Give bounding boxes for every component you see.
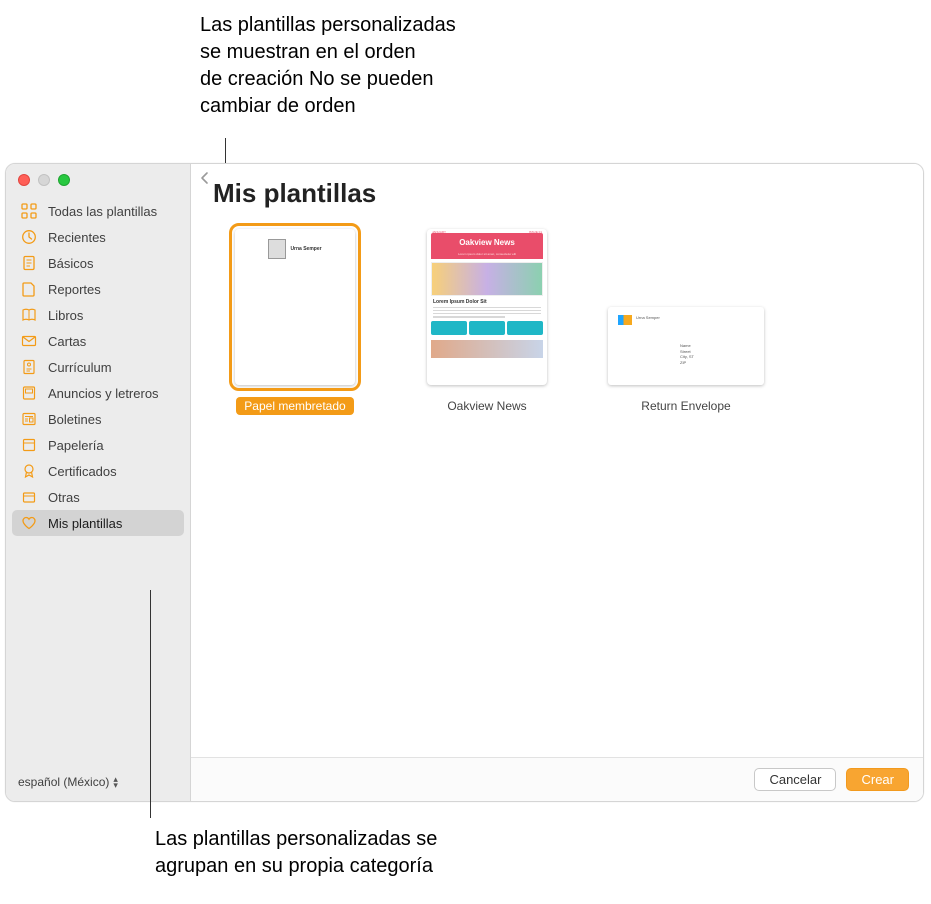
sidebar-item-flyers[interactable]: Anuncios y letreros <box>12 380 184 406</box>
template-thumbnail: JANUARYISSUE 01 Oakview News Lorem ipsum… <box>427 229 547 385</box>
report-icon <box>20 281 38 297</box>
annotation-top: Las plantillas personalizadas se muestra… <box>200 12 456 120</box>
doc-icon <box>20 255 38 271</box>
cancel-button[interactable]: Cancelar <box>754 768 836 791</box>
sidebar-item-all-templates[interactable]: Todas las plantillas <box>12 198 184 224</box>
clock-icon <box>20 229 38 245</box>
template-thumbnail: Urna Semper NameStreetCity, STZIP <box>608 307 764 385</box>
sidebar-item-label: Cartas <box>48 334 86 349</box>
sidebar-item-my-templates[interactable]: Mis plantillas <box>12 510 184 536</box>
template-item-letterhead[interactable]: Urna Semper <box>217 229 373 415</box>
sidebar: Todas las plantillas Recientes Básicos R… <box>6 164 191 801</box>
sidebar-item-books[interactable]: Libros <box>12 302 184 328</box>
ribbon-icon <box>20 463 38 479</box>
zoom-window-button[interactable] <box>58 174 70 186</box>
sidebar-item-recents[interactable]: Recientes <box>12 224 184 250</box>
book-icon <box>20 307 38 323</box>
heart-icon <box>20 515 38 531</box>
chevron-updown-icon: ▴▾ <box>113 776 118 788</box>
envelope-icon <box>20 333 38 349</box>
sidebar-item-label: Currículum <box>48 360 112 375</box>
sidebar-item-other[interactable]: Otras <box>12 484 184 510</box>
sidebar-item-label: Certificados <box>48 464 117 479</box>
sidebar-item-reports[interactable]: Reportes <box>12 276 184 302</box>
sidebar-item-certificates[interactable]: Certificados <box>12 458 184 484</box>
sidebar-item-letters[interactable]: Cartas <box>12 328 184 354</box>
grid-icon <box>20 203 38 219</box>
sidebar-item-newsletters[interactable]: Boletines <box>12 406 184 432</box>
template-label: Oakview News <box>439 397 534 415</box>
sidebar-item-label: Básicos <box>48 256 94 271</box>
sidebar-list: Todas las plantillas Recientes Básicos R… <box>6 194 190 765</box>
footer-bar: Cancelar Crear <box>191 757 923 801</box>
stationery-icon <box>20 437 38 453</box>
sidebar-item-label: Libros <box>48 308 83 323</box>
template-item-return-envelope[interactable]: Urna Semper NameStreetCity, STZIP Return… <box>601 229 771 415</box>
flyer-icon <box>20 385 38 401</box>
template-label: Papel membretado <box>236 397 353 415</box>
sidebar-item-label: Otras <box>48 490 80 505</box>
sidebar-item-label: Papelería <box>48 438 104 453</box>
newsletter-headline: Lorem Ipsum Dolor Sit <box>433 299 541 305</box>
sidebar-footer: español (México) ▴▾ <box>6 765 190 801</box>
newsletter-nameplate: Oakview News <box>431 233 543 252</box>
sidebar-item-label: Boletines <box>48 412 101 427</box>
template-thumbnail: Urna Semper <box>235 229 355 385</box>
sidebar-item-stationery[interactable]: Papelería <box>12 432 184 458</box>
page-title: Mis plantillas <box>191 164 923 219</box>
language-select[interactable]: español (México) ▴▾ <box>18 775 178 789</box>
create-button[interactable]: Crear <box>846 768 909 791</box>
template-chooser-window: Todas las plantillas Recientes Básicos R… <box>5 163 924 802</box>
sidebar-item-resumes[interactable]: Currículum <box>12 354 184 380</box>
annotation-bottom: Las plantillas personalizadas se agrupan… <box>155 826 437 880</box>
sidebar-item-label: Recientes <box>48 230 106 245</box>
news-icon <box>20 411 38 427</box>
main-content: Mis plantillas Urna Semper <box>191 164 923 801</box>
language-label: español (México) <box>18 775 109 789</box>
sidebar-item-basic[interactable]: Básicos <box>12 250 184 276</box>
sidebar-item-label: Todas las plantillas <box>48 204 157 219</box>
window-controls <box>6 164 190 194</box>
template-label: Return Envelope <box>633 397 738 415</box>
template-item-oakview-news[interactable]: JANUARYISSUE 01 Oakview News Lorem ipsum… <box>409 229 565 415</box>
cv-icon <box>20 359 38 375</box>
minimize-window-button[interactable] <box>38 174 50 186</box>
box-icon <box>20 489 38 505</box>
sidebar-item-label: Anuncios y letreros <box>48 386 159 401</box>
annotation-line-bottom <box>150 590 151 818</box>
sidebar-item-label: Mis plantillas <box>48 516 122 531</box>
templates-grid: Urna Semper <box>191 219 923 425</box>
sidebar-item-label: Reportes <box>48 282 101 297</box>
close-window-button[interactable] <box>18 174 30 186</box>
collapse-sidebar-button[interactable] <box>197 170 215 188</box>
